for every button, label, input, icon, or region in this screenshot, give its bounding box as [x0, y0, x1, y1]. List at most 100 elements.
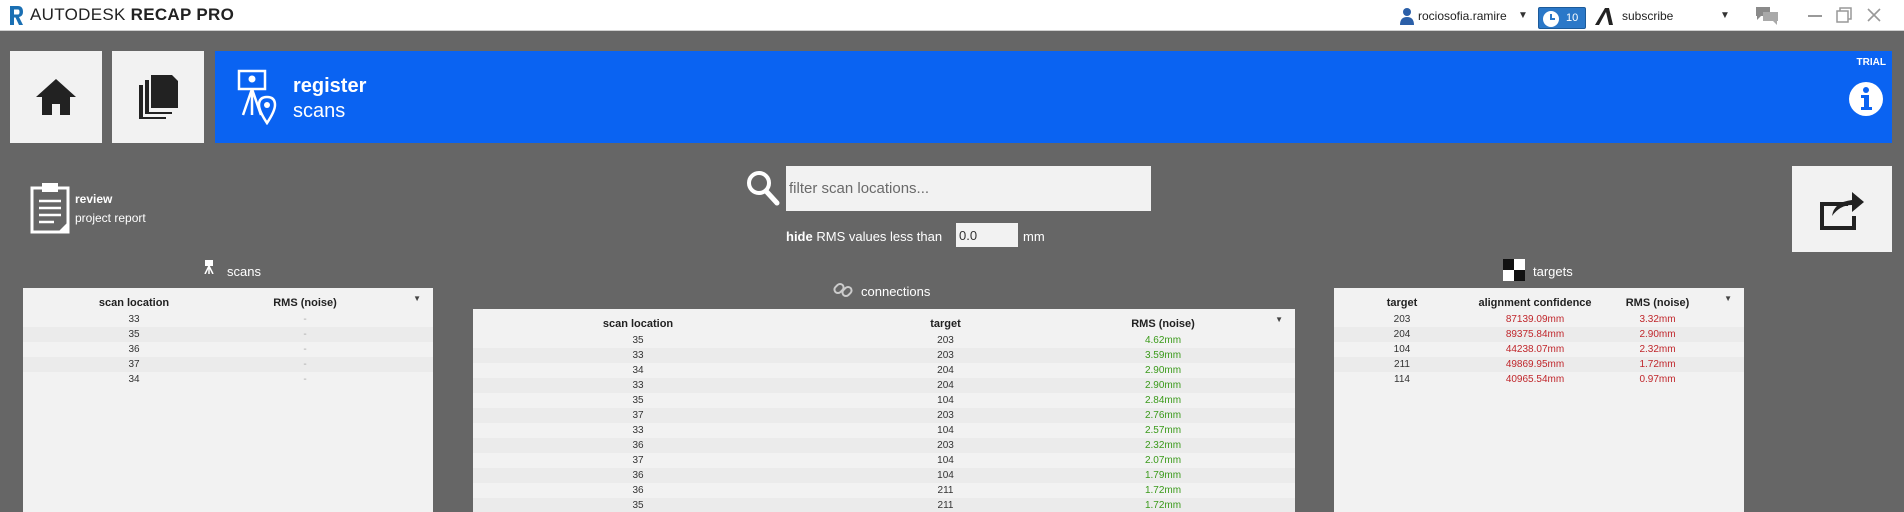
table-row[interactable]: 33 -: [23, 312, 433, 327]
table-row[interactable]: 35 104 2.84mm: [473, 393, 1295, 408]
column-header-rms[interactable]: RMS (noise): [1600, 288, 1715, 312]
user-icon[interactable]: [1399, 7, 1415, 25]
filter-scan-locations-input[interactable]: [786, 166, 1151, 211]
column-header-rms[interactable]: RMS (noise): [245, 288, 365, 312]
subscribe-menu[interactable]: subscribe: [1622, 9, 1673, 23]
rms-threshold-input[interactable]: [956, 223, 1018, 247]
clock-icon: [1543, 11, 1559, 27]
targets-table: target alignment confidence RMS (noise) …: [1334, 288, 1744, 387]
table-row[interactable]: 34 -: [23, 372, 433, 387]
alignment-confidence-cell: 89375.84mm: [1470, 327, 1600, 342]
empty-cell: [1238, 468, 1295, 483]
rms-cell: 1.72mm: [1600, 357, 1715, 372]
rms-cell: 2.90mm: [1088, 378, 1238, 393]
table-row[interactable]: 36 -: [23, 342, 433, 357]
info-icon[interactable]: [1848, 81, 1884, 117]
rms-cell: -: [303, 344, 307, 355]
title-bar: AUTODESK RECAP PRO rociosofia.ramire ▼ 1…: [0, 0, 1904, 31]
rms-cell: 2.57mm: [1144, 425, 1182, 436]
user-name[interactable]: rociosofia.ramire: [1418, 9, 1507, 23]
rms-cell: 3.59mm: [1088, 348, 1238, 363]
target-cell: 104: [1393, 344, 1411, 355]
minimize-icon[interactable]: [1808, 15, 1822, 17]
export-button[interactable]: [1792, 166, 1892, 252]
empty-cell: [1238, 378, 1295, 393]
empty-cell: [1715, 342, 1744, 357]
brand-name: AUTODESK: [30, 5, 126, 24]
sort-chevron-down-icon[interactable]: ▼: [413, 294, 421, 303]
rms-cell: -: [303, 314, 307, 325]
scan-location-cell: 36: [473, 438, 803, 453]
table-row[interactable]: 37 203 2.76mm: [473, 408, 1295, 423]
table-row[interactable]: 35 211 1.72mm: [473, 498, 1295, 512]
scan-location-cell: 33: [128, 314, 140, 325]
home-button[interactable]: [10, 51, 102, 143]
empty-cell: [365, 342, 433, 357]
rms-cell: -: [245, 357, 365, 372]
scan-location-cell: 33: [473, 348, 803, 363]
column-header-alignment-confidence[interactable]: alignment confidence: [1470, 288, 1600, 312]
subscribe-chevron-down-icon[interactable]: ▼: [1720, 10, 1730, 21]
sort-chevron-down-icon[interactable]: ▼: [1724, 294, 1732, 303]
table-row[interactable]: 36 203 2.32mm: [473, 438, 1295, 453]
rms-cell: 2.32mm: [1639, 344, 1676, 355]
scan-location-cell: 36: [632, 485, 644, 496]
column-header-scan-location[interactable]: scan location: [473, 309, 803, 333]
restore-icon[interactable]: [1836, 7, 1852, 23]
autodesk-a-logo-icon: [1595, 8, 1613, 25]
empty-cell: [1715, 312, 1744, 327]
alignment-confidence-cell: 40965.54mm: [1505, 374, 1565, 385]
empty-cell: [1238, 498, 1295, 512]
table-row[interactable]: 35 203 4.62mm: [473, 333, 1295, 348]
table-row[interactable]: 35-: [23, 327, 433, 342]
pages-icon: [139, 75, 178, 119]
trial-badge: TRIAL: [1856, 57, 1886, 68]
empty-cell: [365, 312, 433, 327]
table-row[interactable]: 114 40965.54mm 0.97mm: [1334, 372, 1744, 387]
target-cell: 211: [803, 498, 1088, 512]
rms-cell: 2.84mm: [1144, 395, 1182, 406]
table-row[interactable]: 204 89375.84mm 2.90mm: [1334, 327, 1744, 342]
register-scans-icon: [237, 69, 277, 125]
scan-location-cell: 35: [632, 335, 644, 346]
projects-button[interactable]: [112, 51, 204, 143]
empty-cell: [1715, 357, 1744, 372]
table-row[interactable]: 203 87139.09mm 3.32mm: [1334, 312, 1744, 327]
connections-section-label: connections: [861, 284, 931, 299]
target-cell: 104: [937, 425, 954, 436]
table-row[interactable]: 36 104 1.79mm: [473, 468, 1295, 483]
column-header-scan-location[interactable]: scan location: [23, 288, 245, 312]
app-title: AUTODESK RECAP PRO: [30, 5, 234, 25]
empty-cell: [1715, 327, 1744, 342]
table-row[interactable]: 104 44238.07mm 2.32mm: [1334, 342, 1744, 357]
user-menu-chevron-down-icon[interactable]: ▼: [1518, 10, 1528, 21]
rms-cell: 2.90mm: [1144, 365, 1182, 376]
column-header-rms[interactable]: RMS (noise): [1088, 309, 1238, 333]
notifications-button[interactable]: 10: [1538, 7, 1586, 29]
table-row[interactable]: 37 104 2.07mm: [473, 453, 1295, 468]
empty-cell: [1238, 393, 1295, 408]
alignment-confidence-cell: 49869.95mm: [1470, 357, 1600, 372]
rms-cell: -: [303, 374, 307, 385]
rms-cell: 0.97mm: [1639, 374, 1676, 385]
table-row[interactable]: 36 211 1.72mm: [473, 483, 1295, 498]
table-row[interactable]: 37-: [23, 357, 433, 372]
scan-location-cell: 34: [128, 374, 140, 385]
table-row[interactable]: 33 104 2.57mm: [473, 423, 1295, 438]
column-header-target[interactable]: target: [803, 309, 1088, 333]
chat-icon[interactable]: [1755, 6, 1779, 26]
product-name: RECAP PRO: [130, 5, 235, 24]
target-cell: 204: [937, 365, 954, 376]
scan-location-cell: 37: [632, 455, 644, 466]
column-header-target[interactable]: target: [1334, 288, 1470, 312]
table-row[interactable]: 211 49869.95mm 1.72mm: [1334, 357, 1744, 372]
close-icon[interactable]: [1866, 7, 1882, 23]
scan-location-cell: 34: [632, 365, 644, 376]
share-export-icon: [1820, 192, 1864, 230]
sort-chevron-down-icon[interactable]: ▼: [1275, 315, 1283, 324]
empty-cell: [1238, 438, 1295, 453]
table-row[interactable]: 34 204 2.90mm: [473, 363, 1295, 378]
table-row[interactable]: 33 203 3.59mm: [473, 348, 1295, 363]
table-row[interactable]: 33 204 2.90mm: [473, 378, 1295, 393]
link-icon: [833, 282, 853, 298]
